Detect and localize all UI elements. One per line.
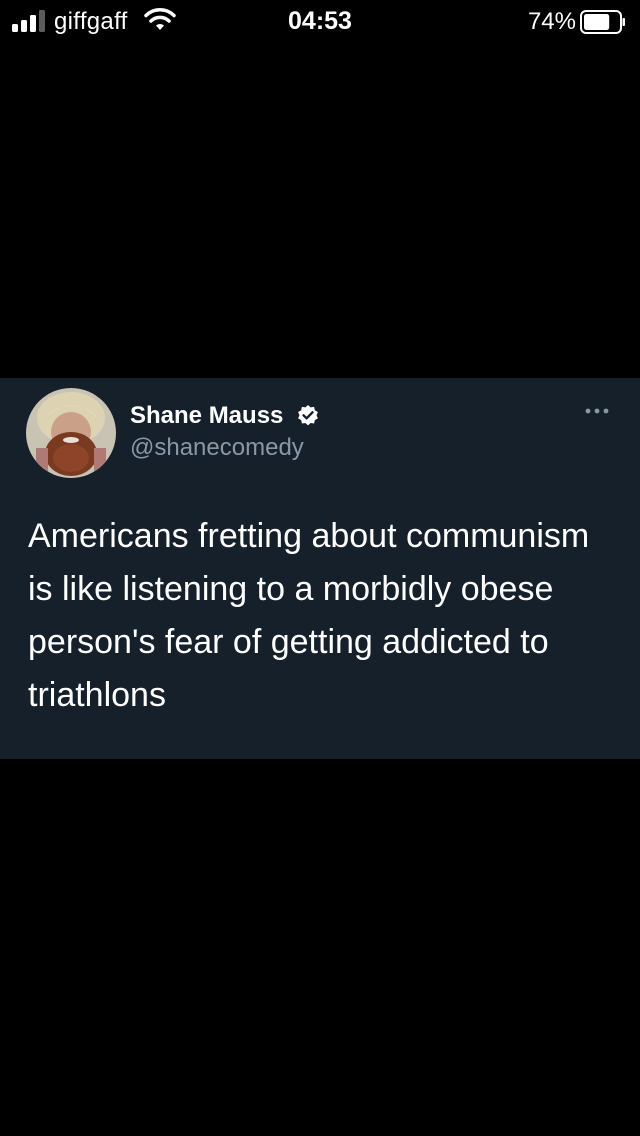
more-options-icon[interactable] xyxy=(584,406,610,416)
battery-percent: 74% xyxy=(527,8,576,35)
display-name[interactable]: Shane Mauss xyxy=(130,402,283,430)
user-handle[interactable]: @shanecomedy xyxy=(130,434,304,462)
battery-icon xyxy=(580,10,625,34)
avatar[interactable] xyxy=(26,388,116,478)
tweet-card[interactable]: Shane Mauss @shanecomedy Americans frett… xyxy=(0,378,640,759)
tweet-text: Americans fretting about communism is li… xyxy=(28,517,590,714)
status-bar: giffgaff 04:53 74% xyxy=(0,0,640,42)
avatar-image xyxy=(26,388,116,478)
verified-badge-icon xyxy=(298,405,318,426)
